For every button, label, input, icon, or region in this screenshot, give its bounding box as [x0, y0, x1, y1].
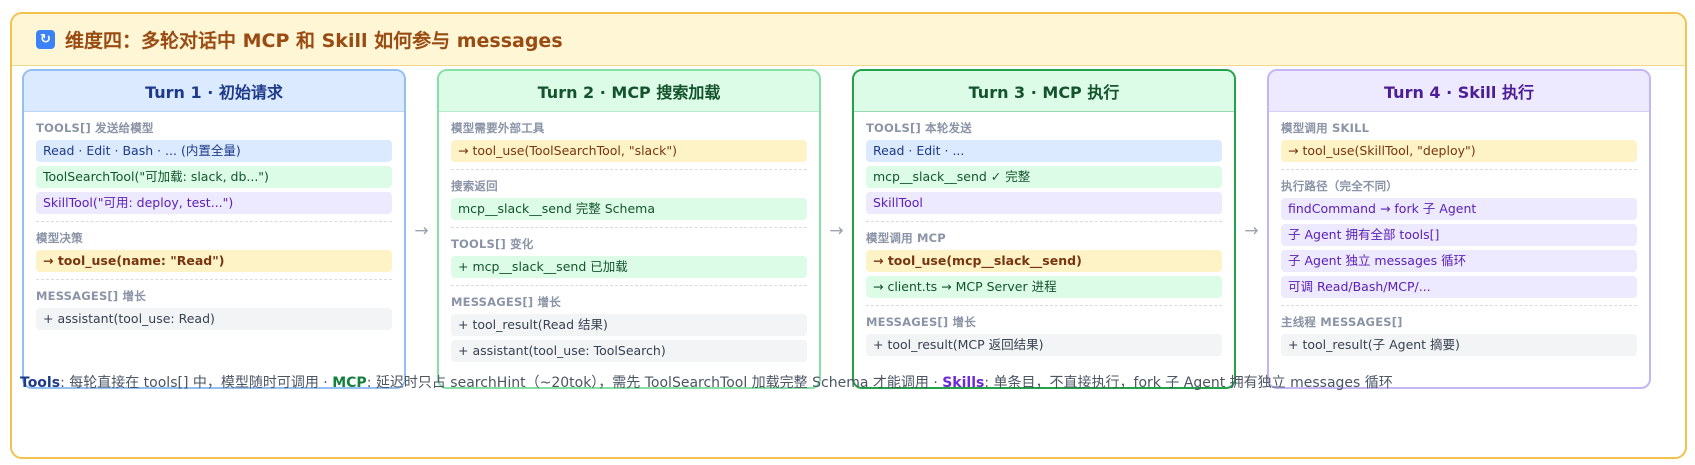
exec-path-row: 子 Agent 独立 messages 循环 [1281, 250, 1637, 272]
panel-title: 维度四：多轮对话中 MCP 和 Skill 如何参与 messages [65, 30, 563, 52]
divider [1281, 169, 1637, 170]
divider [451, 227, 807, 228]
legend-term-tools: Tools [20, 375, 61, 391]
section-label: 搜索返回 [451, 179, 498, 193]
turn-4-card: Turn 4 · Skill 执行 模型调用 SKILL → tool_use(… [1267, 69, 1651, 389]
panel-header: ↻ 维度四：多轮对话中 MCP 和 Skill 如何参与 messages [12, 14, 1685, 66]
tool-row-builtin: Read · Edit · Bash · ... (内置全量) [36, 140, 392, 162]
section-label: TOOLS[] 变化 [451, 237, 534, 251]
tool-row-builtin: Read · Edit · ... [866, 140, 1222, 162]
skill-call-row: → tool_use(SkillTool, "deploy") [1281, 140, 1637, 162]
legend-text-mcp: : 延迟时只占 searchHint（~20tok），需先 ToolSearch… [366, 375, 943, 391]
section-label: MESSAGES[] 增长 [36, 289, 146, 303]
section-label: 模型需要外部工具 [451, 121, 545, 135]
section-label: MESSAGES[] 增长 [866, 315, 976, 329]
divider [866, 305, 1222, 306]
divider [1281, 305, 1637, 306]
turn-2-title: Turn 2 · MCP 搜索加载 [439, 71, 819, 112]
turn-1-title: Turn 1 · 初始请求 [24, 71, 404, 112]
turn-3-title: Turn 3 · MCP 执行 [854, 71, 1234, 112]
section-label: TOOLS[] 发送给模型 [36, 121, 154, 135]
tool-use-row: → tool_use(ToolSearchTool, "slack") [451, 140, 807, 162]
search-result-row: mcp__slack__send 完整 Schema [451, 198, 807, 220]
tool-row-skilltool: SkillTool("可用: deploy, test...") [36, 192, 392, 214]
tools-change-row: + mcp__slack__send 已加载 [451, 256, 807, 278]
tool-row-mcp: mcp__slack__send ✓ 完整 [866, 166, 1222, 188]
divider [451, 285, 807, 286]
turn-1-card: Turn 1 · 初始请求 TOOLS[] 发送给模型 Read · Edit … [22, 69, 406, 389]
section-label: 模型决策 [36, 231, 83, 245]
exec-path-row: 可调 Read/Bash/MCP/... [1281, 276, 1637, 298]
divider [36, 279, 392, 280]
legend-term-skills: Skills [942, 375, 985, 391]
tool-row-skilltool: SkillTool [866, 192, 1222, 214]
turn-3-card: Turn 3 · MCP 执行 TOOLS[] 本轮发送 Read · Edit… [852, 69, 1236, 389]
divider [866, 221, 1222, 222]
message-row: + tool_result(MCP 返回结果) [866, 334, 1222, 356]
model-decision-row: → tool_use(name: "Read") [36, 250, 392, 272]
legend-term-mcp: MCP [332, 375, 367, 391]
flow-arrow-icon: → [829, 220, 844, 241]
divider [451, 169, 807, 170]
legend-text-skills: : 单条目，不直接执行，fork 子 Agent 拥有独立 messages 循… [984, 375, 1393, 391]
exec-path-row: 子 Agent 拥有全部 tools[] [1281, 224, 1637, 246]
turn-4-title: Turn 4 · Skill 执行 [1269, 71, 1649, 112]
flow-arrow-icon: → [414, 220, 429, 241]
refresh-icon: ↻ [36, 30, 55, 49]
exec-path-row: findCommand → fork 子 Agent [1281, 198, 1637, 220]
section-label: TOOLS[] 本轮发送 [866, 121, 972, 135]
mcp-client-row: → client.ts → MCP Server 进程 [866, 276, 1222, 298]
message-row: + tool_result(Read 结果) [451, 314, 807, 336]
legend-footer: Tools: 每轮直接在 tools[] 中，模型随时可调用 · MCP: 延迟… [20, 372, 1393, 392]
flow-arrow-icon: → [1244, 220, 1259, 241]
message-row: + tool_result(子 Agent 摘要) [1281, 334, 1637, 356]
section-label: 模型调用 MCP [866, 231, 946, 245]
tool-row-toolsearch: ToolSearchTool("可加载: slack, db...") [36, 166, 392, 188]
section-label: MESSAGES[] 增长 [451, 295, 561, 309]
mcp-call-row: → tool_use(mcp__slack__send) [866, 250, 1222, 272]
section-label: 模型调用 SKILL [1281, 121, 1370, 135]
divider [36, 221, 392, 222]
section-label: 执行路径（完全不同） [1281, 179, 1398, 193]
message-row: + assistant(tool_use: ToolSearch) [451, 340, 807, 362]
turns-flow: Turn 1 · 初始请求 TOOLS[] 发送给模型 Read · Edit … [22, 69, 1651, 392]
legend-text-tools: : 每轮直接在 tools[] 中，模型随时可调用 · [60, 375, 333, 391]
section-label: 主线程 MESSAGES[] [1281, 315, 1403, 329]
turn-2-card: Turn 2 · MCP 搜索加载 模型需要外部工具 → tool_use(To… [437, 69, 821, 389]
message-row: + assistant(tool_use: Read) [36, 308, 392, 330]
